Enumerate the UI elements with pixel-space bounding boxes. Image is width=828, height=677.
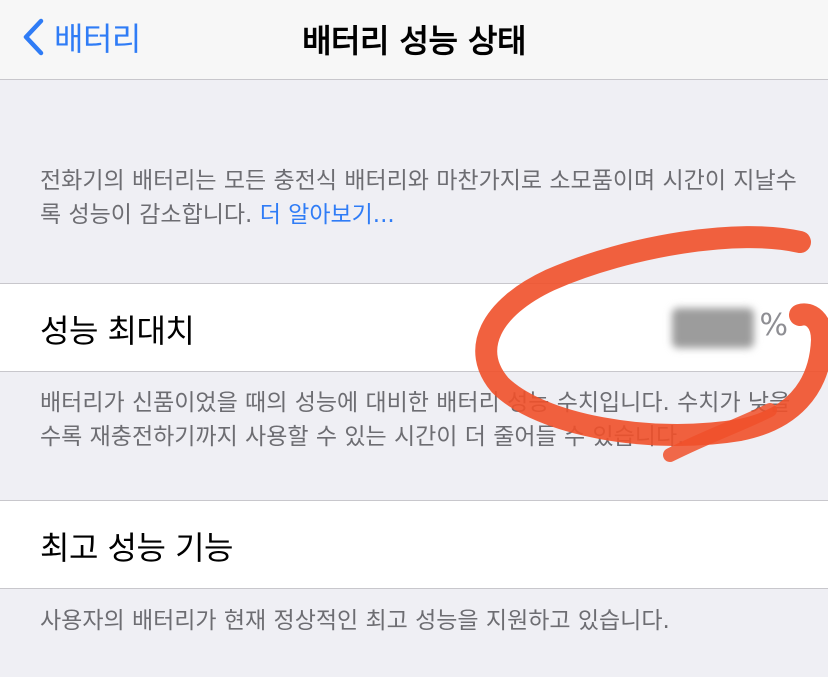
peak-performance-label: 최고 성능 기능 [40,529,233,567]
page-title: 배터리 성능 상태 [302,22,526,60]
learn-more-link[interactable]: 더 알아보기... [260,202,395,228]
max-capacity-unit: % [759,308,788,343]
navigation-bar: 배터리 배터리 성능 상태 [0,0,828,80]
intro-description: 전화기의 배터리는 모든 충전식 배터리와 마찬가지로 소모품이며 시간이 지날… [40,168,797,228]
max-capacity-description: 배터리가 신품이었을 때의 성능에 대비한 배터리 성능 수치입니다. 수치가 … [40,390,791,450]
peak-performance-row: 최고 성능 기능 [0,500,828,589]
max-capacity-row: 성능 최대치 % [0,283,828,372]
redacted-value [672,308,754,348]
intro-text: 전화기의 배터리는 모든 충전식 배터리와 마찬가지로 소모품이며 시간이 지날… [40,164,800,232]
battery-health-screen: 배터리 배터리 성능 상태 전화기의 배터리는 모든 충전식 배터리와 마찬가지… [0,0,828,677]
max-capacity-label: 성능 최대치 [40,312,195,350]
peak-performance-description: 사용자의 배터리가 현재 정상적인 최고 성능을 지원하고 있습니다. [40,608,670,634]
